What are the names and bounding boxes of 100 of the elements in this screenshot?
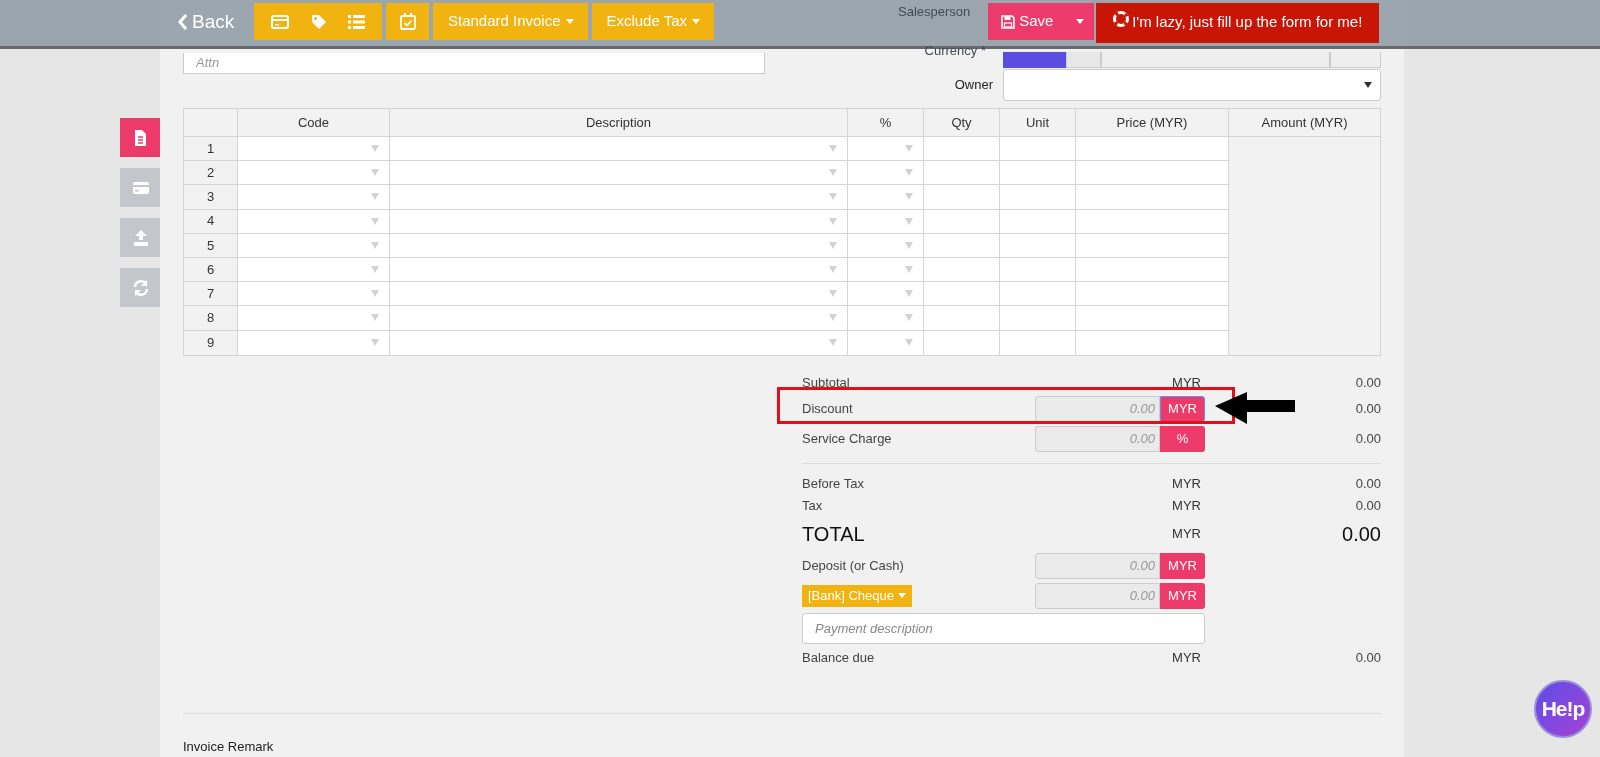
calendar-button[interactable]: [386, 3, 430, 40]
column-header: Description: [390, 109, 848, 136]
table-cell[interactable]: [924, 185, 1000, 209]
caret-icon: [905, 339, 913, 347]
table-cell[interactable]: [924, 330, 1000, 355]
table-cell[interactable]: [1076, 306, 1229, 330]
tag-icon[interactable]: [310, 13, 327, 30]
unit-button[interactable]: MYR: [1160, 582, 1205, 609]
caret-icon: [905, 314, 913, 322]
table-cell[interactable]: [848, 330, 924, 355]
amount-field[interactable]: 0.00: [1035, 552, 1160, 579]
table-cell[interactable]: [848, 209, 924, 233]
table-cell[interactable]: [848, 185, 924, 209]
table-cell[interactable]: [238, 282, 390, 306]
amount-field[interactable]: 0.00: [1035, 395, 1160, 422]
table-cell[interactable]: [1000, 282, 1076, 306]
caret-icon: [1076, 19, 1085, 24]
table-cell[interactable]: [1076, 209, 1229, 233]
table-cell[interactable]: [1000, 306, 1076, 330]
amount-field[interactable]: 0.00: [1035, 425, 1160, 452]
table-cell[interactable]: [1076, 282, 1229, 306]
table-cell[interactable]: [1000, 233, 1076, 257]
table-cell[interactable]: [1076, 233, 1229, 257]
amount-field[interactable]: 0.00: [1035, 582, 1160, 609]
table-cell[interactable]: [390, 185, 848, 209]
save-button[interactable]: Save: [988, 3, 1067, 40]
caret-icon: [905, 290, 913, 298]
unit-button[interactable]: %: [1160, 425, 1205, 452]
table-cell[interactable]: [238, 257, 390, 282]
table-cell[interactable]: [848, 137, 924, 161]
table-cell[interactable]: [238, 330, 390, 355]
table-cell[interactable]: [1000, 330, 1076, 355]
side-tab[interactable]: [120, 168, 161, 207]
table-cell[interactable]: [1076, 185, 1229, 209]
attn-field[interactable]: Attn: [183, 52, 765, 74]
table-cell[interactable]: [1076, 257, 1229, 282]
table-cell[interactable]: [238, 185, 390, 209]
back-button[interactable]: Back: [178, 8, 235, 37]
currency-button[interactable]: [1066, 52, 1101, 68]
table-cell[interactable]: [390, 257, 848, 282]
currency-label: MYR: [1172, 524, 1201, 543]
table-cell[interactable]: [1000, 161, 1076, 185]
autofill-button[interactable]: I'm lazy, just fill up the form for me!: [1096, 3, 1380, 43]
table-cell[interactable]: [390, 233, 848, 257]
table-cell[interactable]: [924, 257, 1000, 282]
table-cell[interactable]: [848, 306, 924, 330]
owner-label: Owner: [953, 76, 994, 95]
rate-field[interactable]: [1330, 52, 1381, 68]
caret-icon: [829, 193, 837, 201]
caret-icon: [371, 241, 379, 249]
table-cell[interactable]: [1000, 137, 1076, 161]
table-cell[interactable]: [924, 282, 1000, 306]
list-icon[interactable]: [348, 14, 366, 29]
table-cell[interactable]: [390, 282, 848, 306]
amount-value: 0.00: [1355, 496, 1381, 515]
unit-button[interactable]: MYR: [1160, 552, 1205, 579]
arrow-icon: [1215, 391, 1295, 424]
exchange-rate-field[interactable]: [1101, 52, 1330, 68]
table-cell[interactable]: [924, 233, 1000, 257]
caret-icon: [692, 19, 701, 24]
currency-select[interactable]: [1003, 52, 1066, 68]
table-cell[interactable]: [390, 137, 848, 161]
save-menu-button[interactable]: [1066, 3, 1095, 40]
currency-label: MYR: [1172, 496, 1201, 515]
caret-icon: [829, 145, 837, 153]
table-cell[interactable]: [1000, 257, 1076, 282]
caret-icon: [371, 145, 379, 153]
table-cell[interactable]: [238, 233, 390, 257]
table-cell[interactable]: [1000, 209, 1076, 233]
table-cell[interactable]: [390, 306, 848, 330]
table-cell[interactable]: [924, 306, 1000, 330]
unit-button[interactable]: MYR: [1160, 395, 1205, 422]
table-cell[interactable]: [238, 161, 390, 185]
table-cell[interactable]: [1076, 137, 1229, 161]
payment-description-field[interactable]: Payment description: [802, 613, 1205, 645]
table-cell[interactable]: [924, 137, 1000, 161]
table-cell[interactable]: [390, 209, 848, 233]
table-cell[interactable]: [238, 137, 390, 161]
table-cell[interactable]: [1076, 330, 1229, 355]
table-cell[interactable]: [390, 330, 848, 355]
table-cell[interactable]: [848, 233, 924, 257]
owner-select[interactable]: [1003, 69, 1381, 101]
table-cell[interactable]: [390, 161, 848, 185]
table-cell[interactable]: [1000, 185, 1076, 209]
help-button[interactable]: He!p: [1534, 680, 1592, 738]
table-cell[interactable]: [924, 209, 1000, 233]
table-cell[interactable]: [848, 161, 924, 185]
chevron-left-icon: [178, 14, 188, 31]
caret-icon: [905, 145, 913, 153]
table-cell[interactable]: [238, 306, 390, 330]
table-cell[interactable]: [848, 257, 924, 282]
refresh-icon: [131, 278, 150, 297]
card-icon[interactable]: [271, 14, 290, 29]
table-cell[interactable]: [238, 209, 390, 233]
side-tab[interactable]: [120, 218, 161, 257]
table-cell[interactable]: [848, 282, 924, 306]
table-cell[interactable]: [1076, 161, 1229, 185]
side-tab[interactable]: [120, 268, 161, 307]
table-cell[interactable]: [924, 161, 1000, 185]
side-tab[interactable]: [120, 118, 161, 157]
